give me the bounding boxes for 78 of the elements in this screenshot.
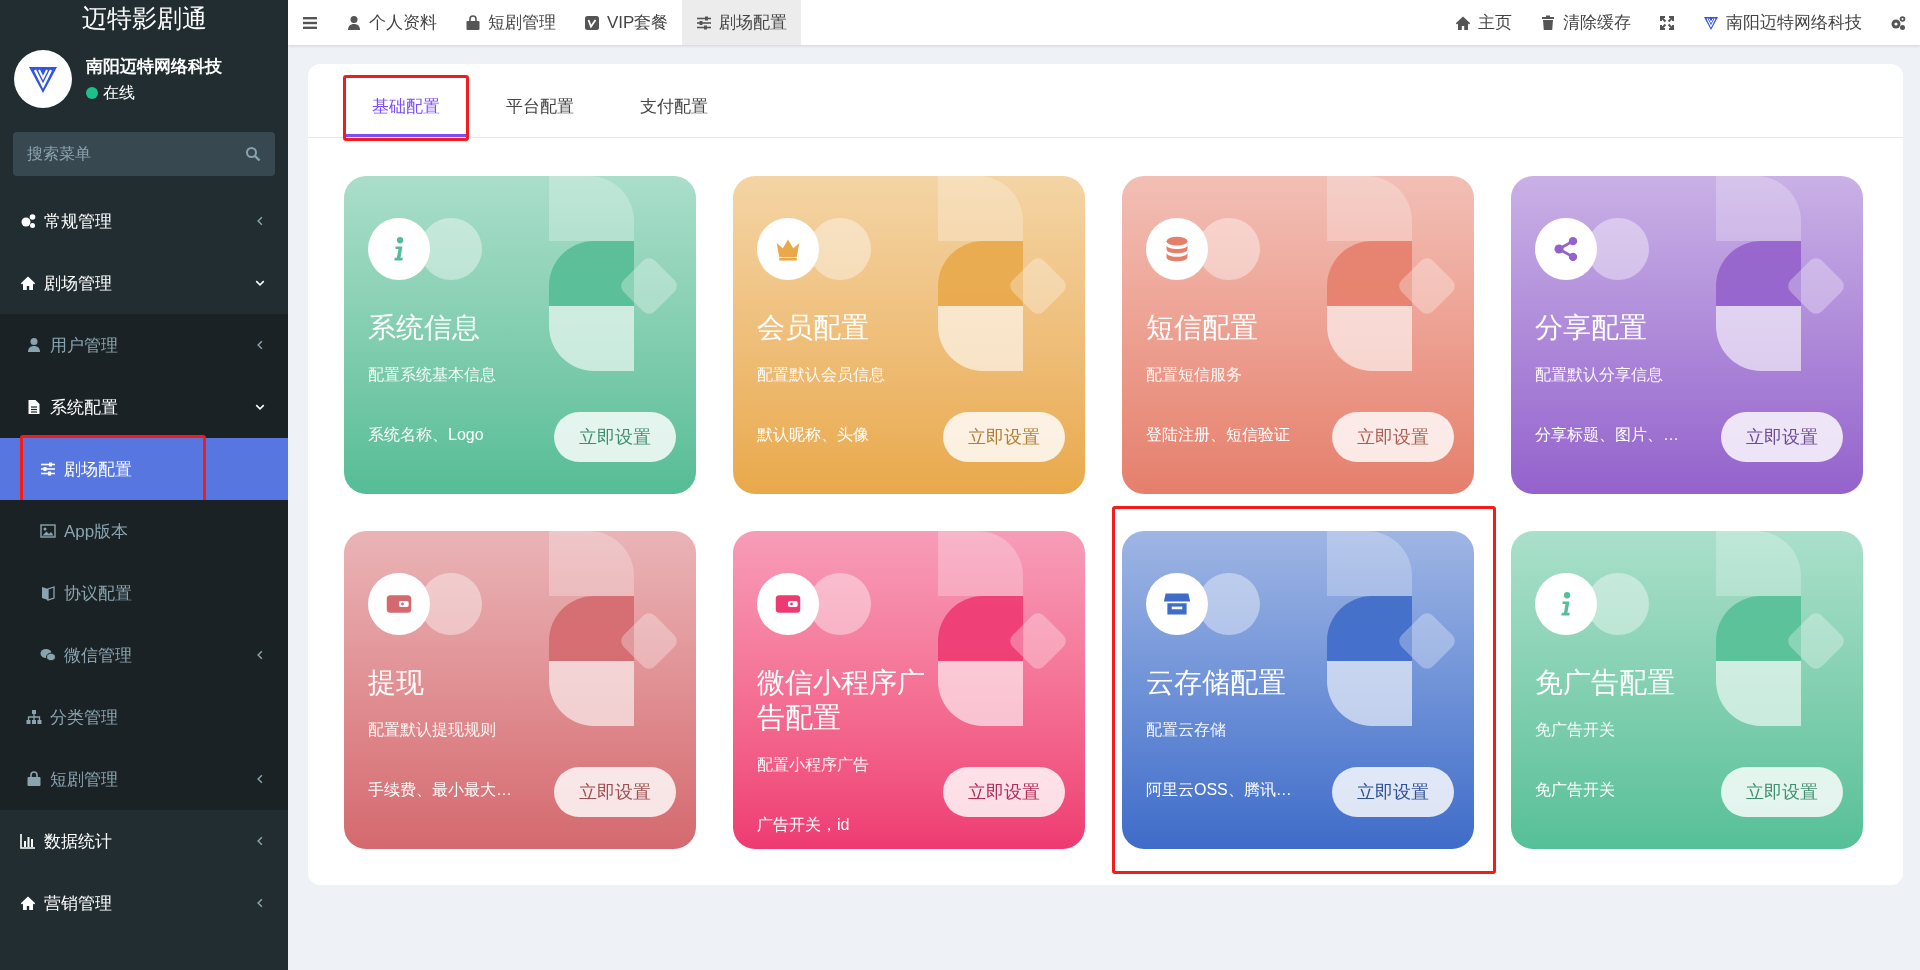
- menu-icon: [302, 14, 318, 31]
- sidebar-item[interactable]: 协议配置: [0, 562, 288, 624]
- nav-tab[interactable]: 剧场配置: [682, 0, 802, 45]
- trash-icon: [1540, 14, 1556, 31]
- sidebar-item[interactable]: 短剧管理: [0, 748, 288, 810]
- user-icon: [26, 337, 42, 353]
- home-icon: [20, 275, 36, 291]
- card-detail: 默认昵称、头像: [757, 425, 869, 445]
- brand-button[interactable]: 南阳迈特网络科技: [1689, 0, 1876, 45]
- card-description: 配置小程序广告: [757, 755, 870, 775]
- user-icon: [346, 14, 362, 31]
- video-icon: [584, 14, 600, 31]
- sitemap-icon: [26, 709, 42, 725]
- card-description: 配置默认提现规则: [368, 720, 497, 740]
- trash-button[interactable]: 清除缓存: [1526, 0, 1645, 45]
- book-icon: [40, 585, 56, 601]
- config-tab[interactable]: 支付配置: [612, 78, 736, 137]
- card-detail: 分享标题、图片、…: [1535, 425, 1679, 445]
- card-detail: 登陆注册、短信验证: [1146, 425, 1290, 445]
- config-tab[interactable]: 基础配置: [344, 78, 468, 137]
- status-dot: [86, 87, 98, 99]
- setup-button[interactable]: 立即设置: [1332, 767, 1454, 817]
- card-title: 分享配置: [1535, 311, 1648, 345]
- card-description: 配置默认会员信息: [757, 365, 886, 385]
- settings-icon: [20, 213, 36, 229]
- card-detail: 广告开关，id: [757, 815, 850, 835]
- setup-button[interactable]: 立即设置: [1332, 412, 1454, 462]
- setup-button[interactable]: 立即设置: [1721, 767, 1843, 817]
- card-title: 免广告配置: [1535, 666, 1676, 700]
- sidebar-item[interactable]: 用户管理: [0, 314, 288, 376]
- card-title: 短信配置: [1146, 311, 1259, 345]
- fullscreen-icon: [1659, 14, 1675, 31]
- sidebar-item[interactable]: 剧场配置: [0, 438, 288, 500]
- setup-button[interactable]: 立即设置: [1721, 412, 1843, 462]
- card-detail: 免广告开关: [1535, 780, 1615, 800]
- sliders-icon: [696, 14, 713, 31]
- setup-button[interactable]: 立即设置: [943, 767, 1065, 817]
- card-title: 系统信息: [368, 311, 481, 345]
- card-title: 会员配置: [757, 311, 870, 345]
- card-title: 提现: [368, 666, 425, 700]
- document-icon: [26, 399, 42, 415]
- bag-icon: [465, 14, 481, 31]
- share-icon: [1552, 235, 1580, 263]
- home-icon: [1455, 14, 1471, 31]
- home-button[interactable]: 主页: [1441, 0, 1526, 45]
- bag-icon: [26, 771, 42, 787]
- nav-tab[interactable]: VIP套餐: [570, 0, 683, 45]
- app-title: 迈特影剧通: [80, 2, 208, 34]
- sliders-icon: [40, 461, 56, 477]
- sidebar-item[interactable]: 分类管理: [0, 686, 288, 748]
- card-description: 配置系统基本信息: [368, 365, 497, 385]
- card-title: 微信小程序广告配置: [757, 666, 926, 735]
- nav-tab[interactable]: 短剧管理: [451, 0, 570, 45]
- setup-button[interactable]: 立即设置: [554, 412, 676, 462]
- sidebar-item[interactable]: 系统配置: [0, 376, 288, 438]
- search-field[interactable]: 搜索菜单: [13, 132, 275, 176]
- setup-button[interactable]: 立即设置: [554, 767, 676, 817]
- sidebar-item[interactable]: 微信管理: [0, 624, 288, 686]
- config-tab[interactable]: 平台配置: [478, 78, 602, 137]
- card-description: 免广告开关: [1535, 720, 1616, 740]
- settings-icon: [1890, 14, 1906, 31]
- home-icon: [20, 895, 36, 911]
- logo-icon: [1703, 14, 1719, 31]
- nav-tab[interactable]: 个人资料: [332, 0, 451, 45]
- card-description: 配置云存储: [1146, 720, 1227, 740]
- card-detail: 阿里云OSS、腾讯…: [1146, 780, 1292, 800]
- user-name: 南阳迈特网络科技: [86, 55, 222, 78]
- user-status: 在线: [103, 82, 135, 103]
- card-description: 配置短信服务: [1146, 365, 1243, 385]
- bar-chart-icon: [20, 833, 36, 849]
- card-description: 配置默认分享信息: [1535, 365, 1664, 385]
- card-detail: 系统名称、Logo: [368, 425, 484, 445]
- card-title: 云存储配置: [1146, 666, 1287, 700]
- card-detail: 手续费、最小最大…: [368, 780, 512, 800]
- image-icon: [40, 523, 56, 539]
- sidebar-item[interactable]: App版本: [0, 500, 288, 562]
- search-icon: [245, 146, 261, 162]
- chat-icon: [40, 647, 56, 663]
